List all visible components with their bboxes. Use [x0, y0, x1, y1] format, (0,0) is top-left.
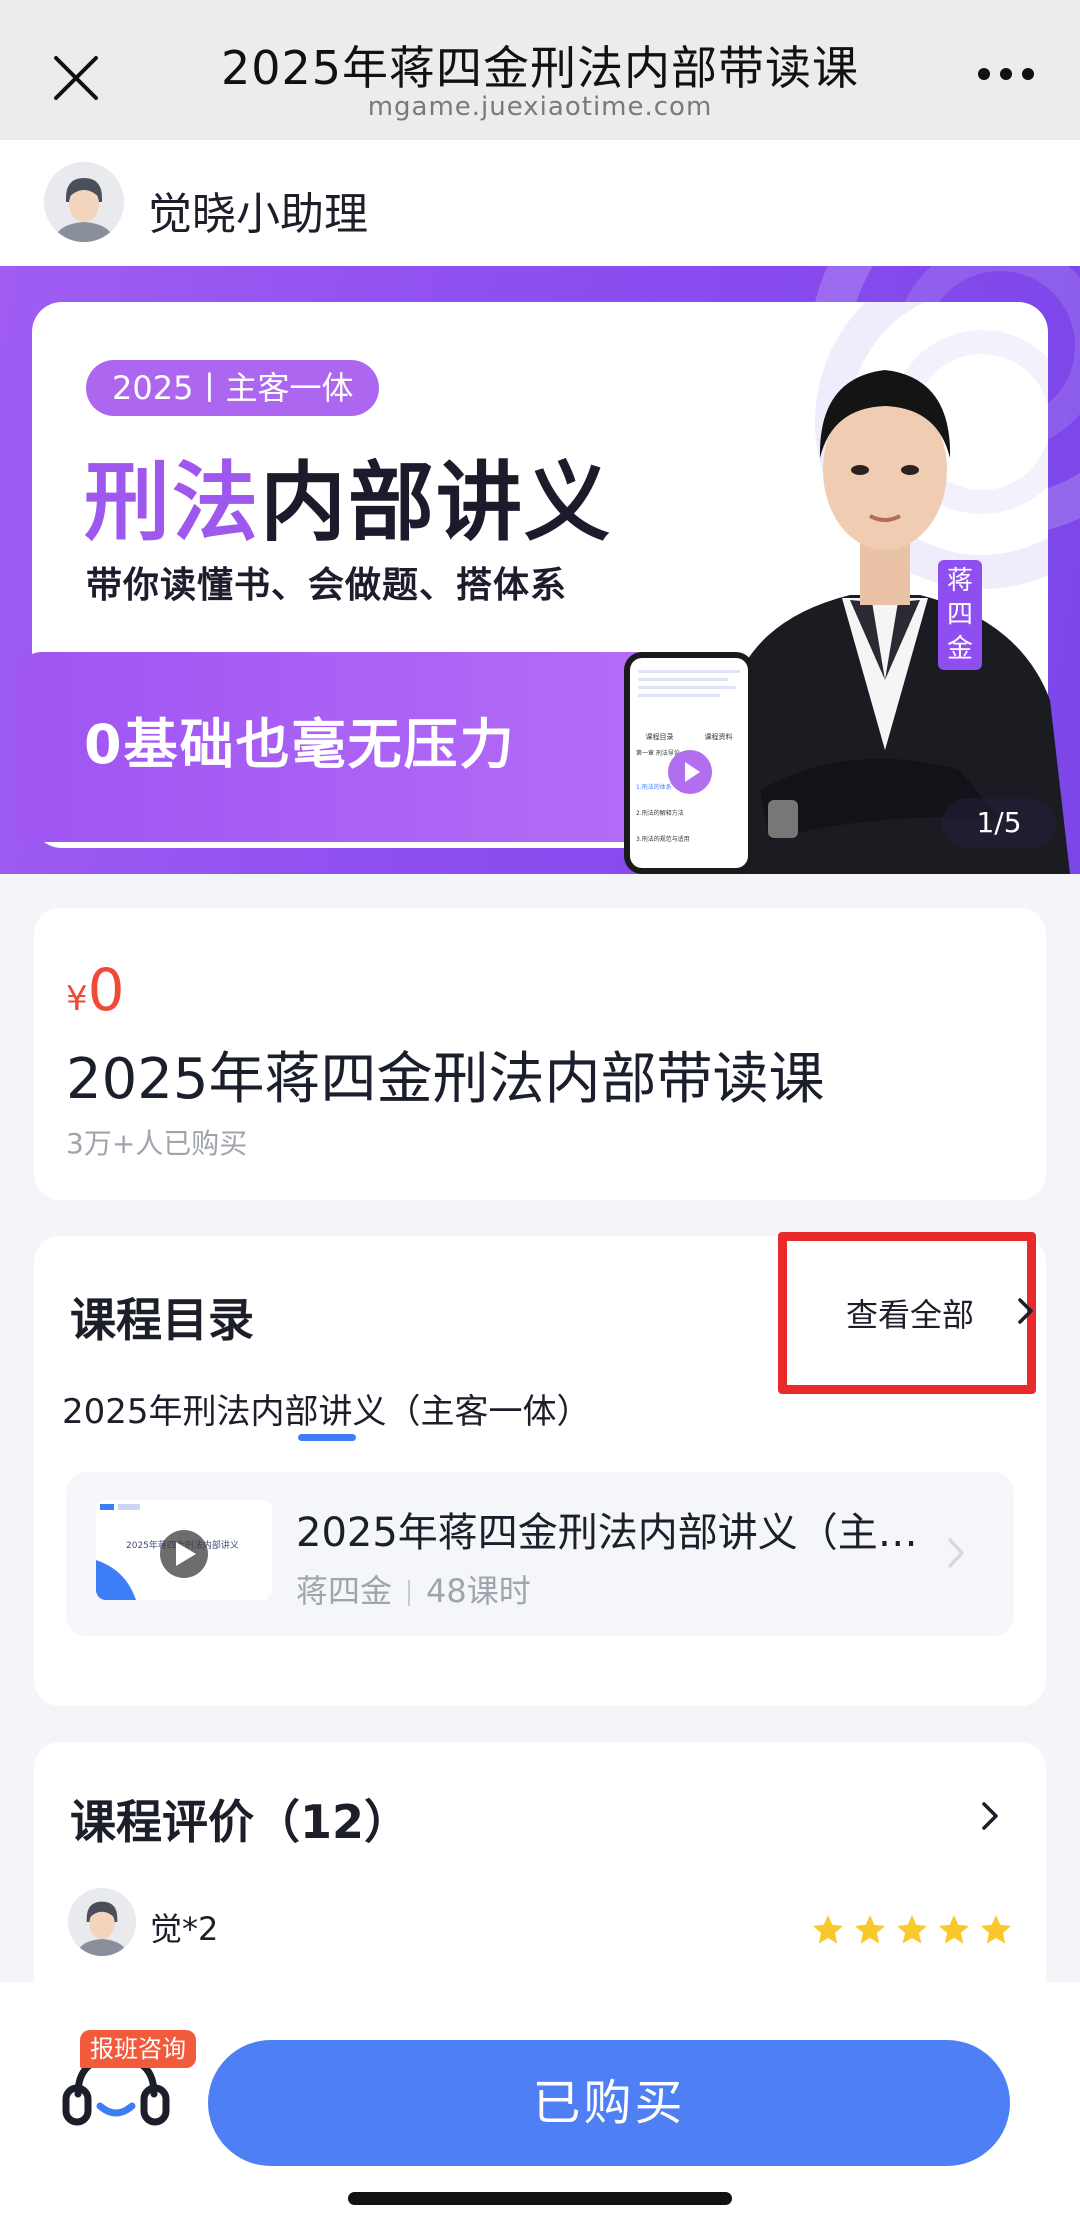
section-tab-underline	[298, 1434, 356, 1441]
chevron-right-icon	[1018, 1298, 1033, 1324]
banner-content: 2025丨主客一体 刑法内部讲义 带你读懂书、会做题、搭体系 0基础也毫无压力 …	[0, 0, 1080, 874]
banner-strip-text: 0基础也毫无压力	[84, 713, 516, 776]
lesson-thumb-graphic: 2025年蒋四金刑法内部讲义	[96, 1500, 272, 1600]
catalog-section-tab[interactable]: 2025年刑法内部讲义（主客一体）	[62, 1384, 591, 1433]
lesson-meta: 蒋四金 48课时	[296, 1566, 531, 1612]
lesson-title: 2025年蒋四金刑法内部讲义（主客一体）	[296, 1510, 956, 1556]
course-catalog-card: 课程目录 查看全部 2025年刑法内部讲义（主客一体） 2025年蒋四金刑法内部…	[34, 1232, 1046, 1706]
phone-tab-material: 课程资料	[704, 733, 733, 741]
phone-play-icon	[668, 750, 712, 794]
phone-tab-catalog: 课程目录	[645, 733, 674, 741]
banner-tag: 2025丨主客一体	[86, 360, 380, 416]
teacher-photo	[720, 370, 1070, 874]
banner-counter: 1/5	[942, 798, 1056, 848]
consult-badge[interactable]: 报班咨询	[80, 2030, 196, 2068]
star-icon	[813, 1915, 843, 1944]
product-info-card: ¥0 2025年蒋四金刑法内部带读课 3万+人已购买	[34, 908, 1046, 1200]
star-icon	[855, 1915, 885, 1944]
phone-line-1: 1.刑法的体系	[636, 784, 672, 791]
course-reviews-card[interactable]: 课程评价（12） 觉*2	[34, 1742, 1046, 1982]
price-currency: ¥	[66, 979, 88, 1019]
meta-divider	[408, 1580, 411, 1606]
product-title: 2025年蒋四金刑法内部带读课	[66, 1047, 825, 1112]
lesson-chevron-icon	[948, 1538, 964, 1568]
buyer-count: 3万+人已购买	[66, 1127, 248, 1160]
price-amount: 0	[87, 956, 125, 1024]
reviewer-name: 觉*2	[150, 1910, 219, 1948]
watch-shape	[768, 800, 798, 838]
product-price: ¥0	[66, 956, 125, 1024]
phone-line-3: 3.刑法的规范与适用	[636, 836, 690, 843]
view-all-label: 查看全部	[846, 1296, 975, 1334]
reviewer-avatar	[68, 1888, 136, 1956]
lesson-teacher: 蒋四金	[296, 1572, 393, 1610]
star-icon	[981, 1915, 1011, 1944]
lesson-thumbnail: 2025年蒋四金刑法内部讲义	[96, 1500, 272, 1600]
banner-subtitle: 带你读懂书、会做题、搭体系	[86, 565, 568, 606]
teacher-name-tag: 蒋四金	[938, 560, 982, 670]
lesson-item[interactable]: 2025年蒋四金刑法内部讲义 2025年蒋四金刑法内部讲义（主客一体） 蒋四金 4…	[66, 1472, 1014, 1636]
reviews-title: 课程评价（12）	[70, 1795, 411, 1849]
phone-mockup: 课程目录 课程资料 第一章 刑法导论 1.刑法的体系 2.刑法的解释方法 3.刑…	[624, 652, 754, 874]
reviews-chevron-icon[interactable]	[980, 1800, 1000, 1832]
phone-line-2: 2.刑法的解释方法	[636, 810, 684, 817]
catalog-title: 课程目录	[70, 1293, 254, 1347]
rating-stars	[810, 1912, 1014, 1948]
home-indicator	[348, 2192, 732, 2205]
lesson-hours: 48课时	[426, 1572, 531, 1610]
headline-accent: 刑法	[84, 453, 260, 553]
bottom-action-bar: 报班咨询 已购买	[0, 1982, 1080, 2224]
star-icon	[939, 1915, 969, 1944]
headline-main: 内部讲义	[260, 453, 612, 553]
purchased-button[interactable]: 已购买	[208, 2040, 1010, 2166]
banner-headline: 刑法内部讲义	[84, 432, 612, 557]
view-all-button[interactable]: 查看全部	[846, 1290, 1036, 1336]
star-icon	[897, 1915, 927, 1944]
reviewer-avatar-icon	[68, 1888, 136, 1956]
